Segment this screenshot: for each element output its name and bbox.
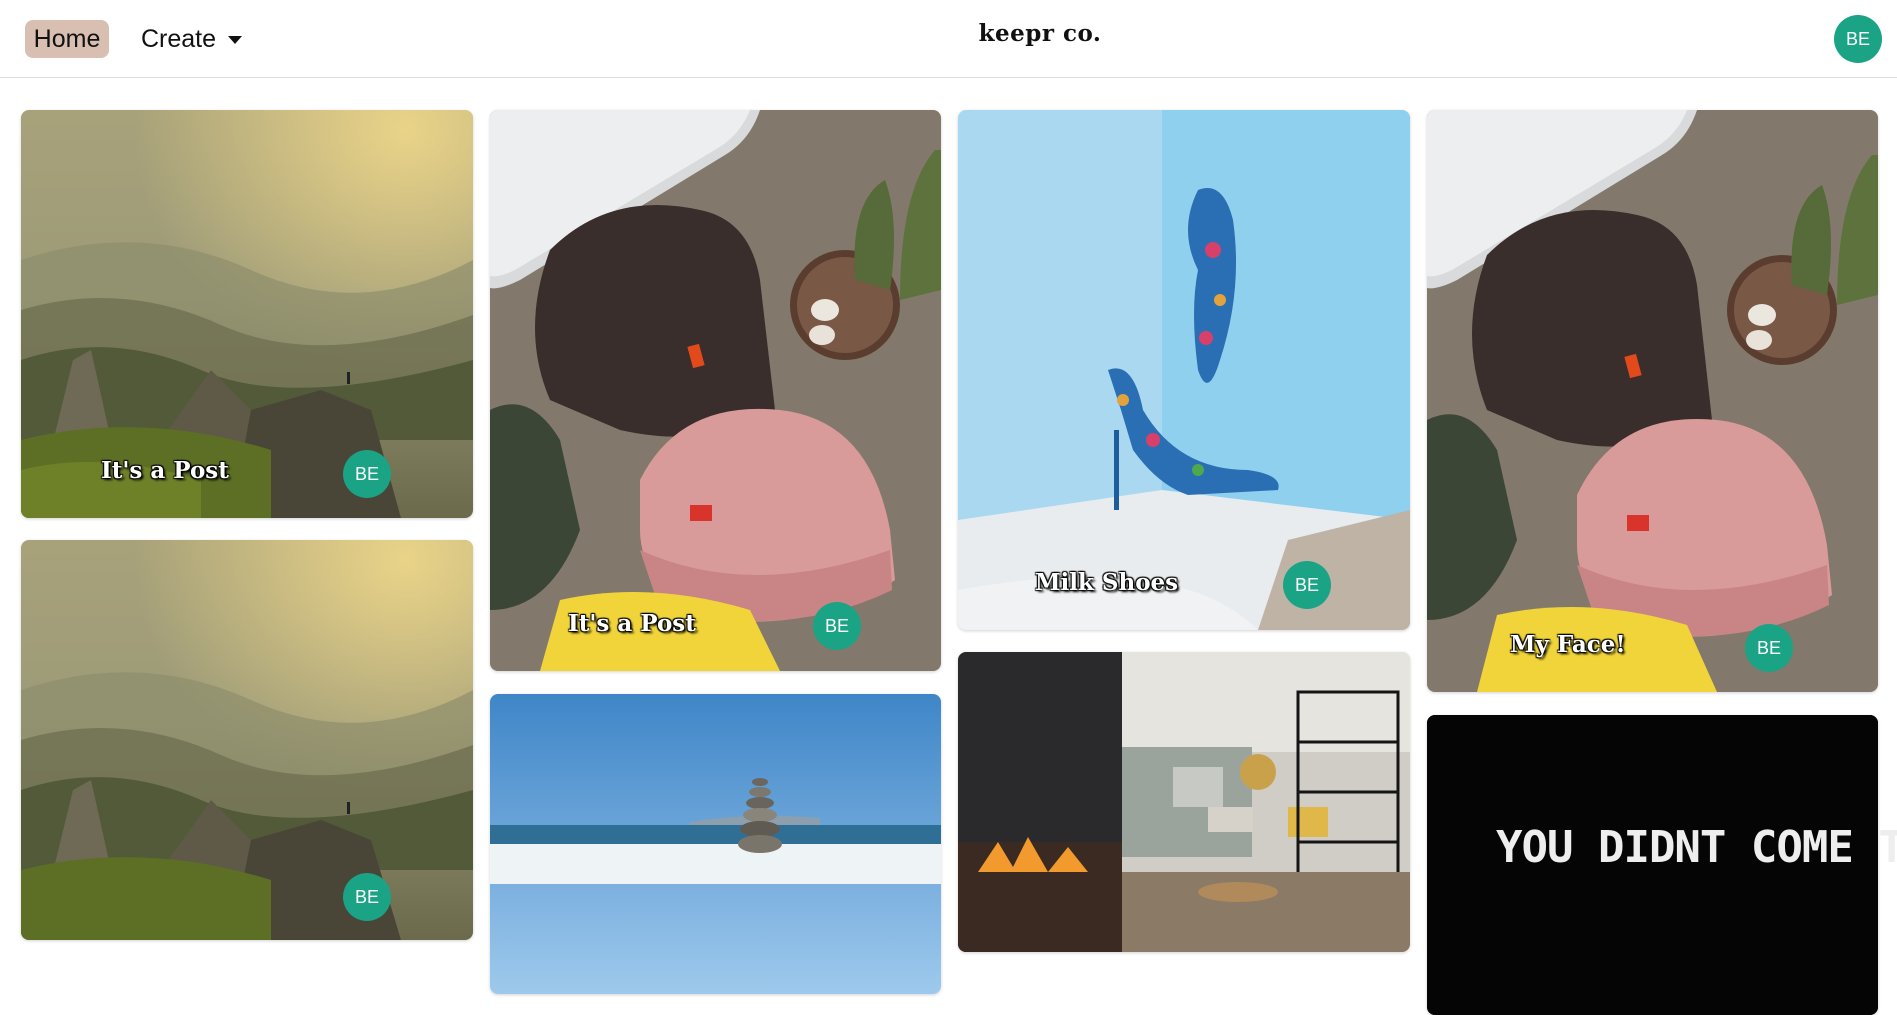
keep-card[interactable]: It's a Post BE — [490, 110, 941, 671]
author-avatar[interactable]: BE — [343, 450, 391, 498]
keep-title: It's a Post — [568, 610, 696, 637]
home-nav-button[interactable]: Home — [25, 20, 109, 58]
keep-card[interactable] — [958, 652, 1410, 952]
author-avatar[interactable]: BE — [343, 873, 391, 921]
keep-image-mountain — [21, 110, 473, 518]
keep-image-living-room — [958, 652, 1410, 952]
keep-title: Milk Shoes — [1035, 569, 1179, 596]
author-avatar[interactable]: BE — [813, 602, 861, 650]
author-avatar[interactable]: BE — [1745, 624, 1793, 672]
brand-logo[interactable]: keepr co. — [930, 20, 1150, 47]
meme-caption: YOU DIDNT COME THIS — [1496, 822, 1897, 873]
keep-title: My Face! — [1510, 631, 1626, 658]
keep-title: It's a Post — [101, 457, 229, 484]
keep-image-beanies — [490, 110, 941, 671]
caret-down-icon — [228, 36, 243, 44]
keep-card[interactable] — [490, 694, 941, 994]
keep-card[interactable]: Milk Shoes BE — [958, 110, 1410, 630]
user-avatar[interactable]: BE — [1834, 15, 1882, 63]
keep-card[interactable]: BE — [21, 540, 473, 940]
top-navbar: Home Create keepr co. BE — [0, 0, 1897, 78]
keep-card[interactable]: My Face! BE — [1427, 110, 1878, 692]
keep-image-heels — [958, 110, 1410, 630]
keep-image-beanies — [1427, 110, 1878, 692]
create-label: Create — [141, 24, 217, 53]
author-avatar[interactable]: BE — [1283, 561, 1331, 609]
create-dropdown[interactable]: Create — [141, 20, 243, 58]
keep-card[interactable]: It's a Post BE — [21, 110, 473, 518]
keep-image-mountain — [21, 540, 473, 940]
keep-image-stones — [490, 694, 941, 994]
